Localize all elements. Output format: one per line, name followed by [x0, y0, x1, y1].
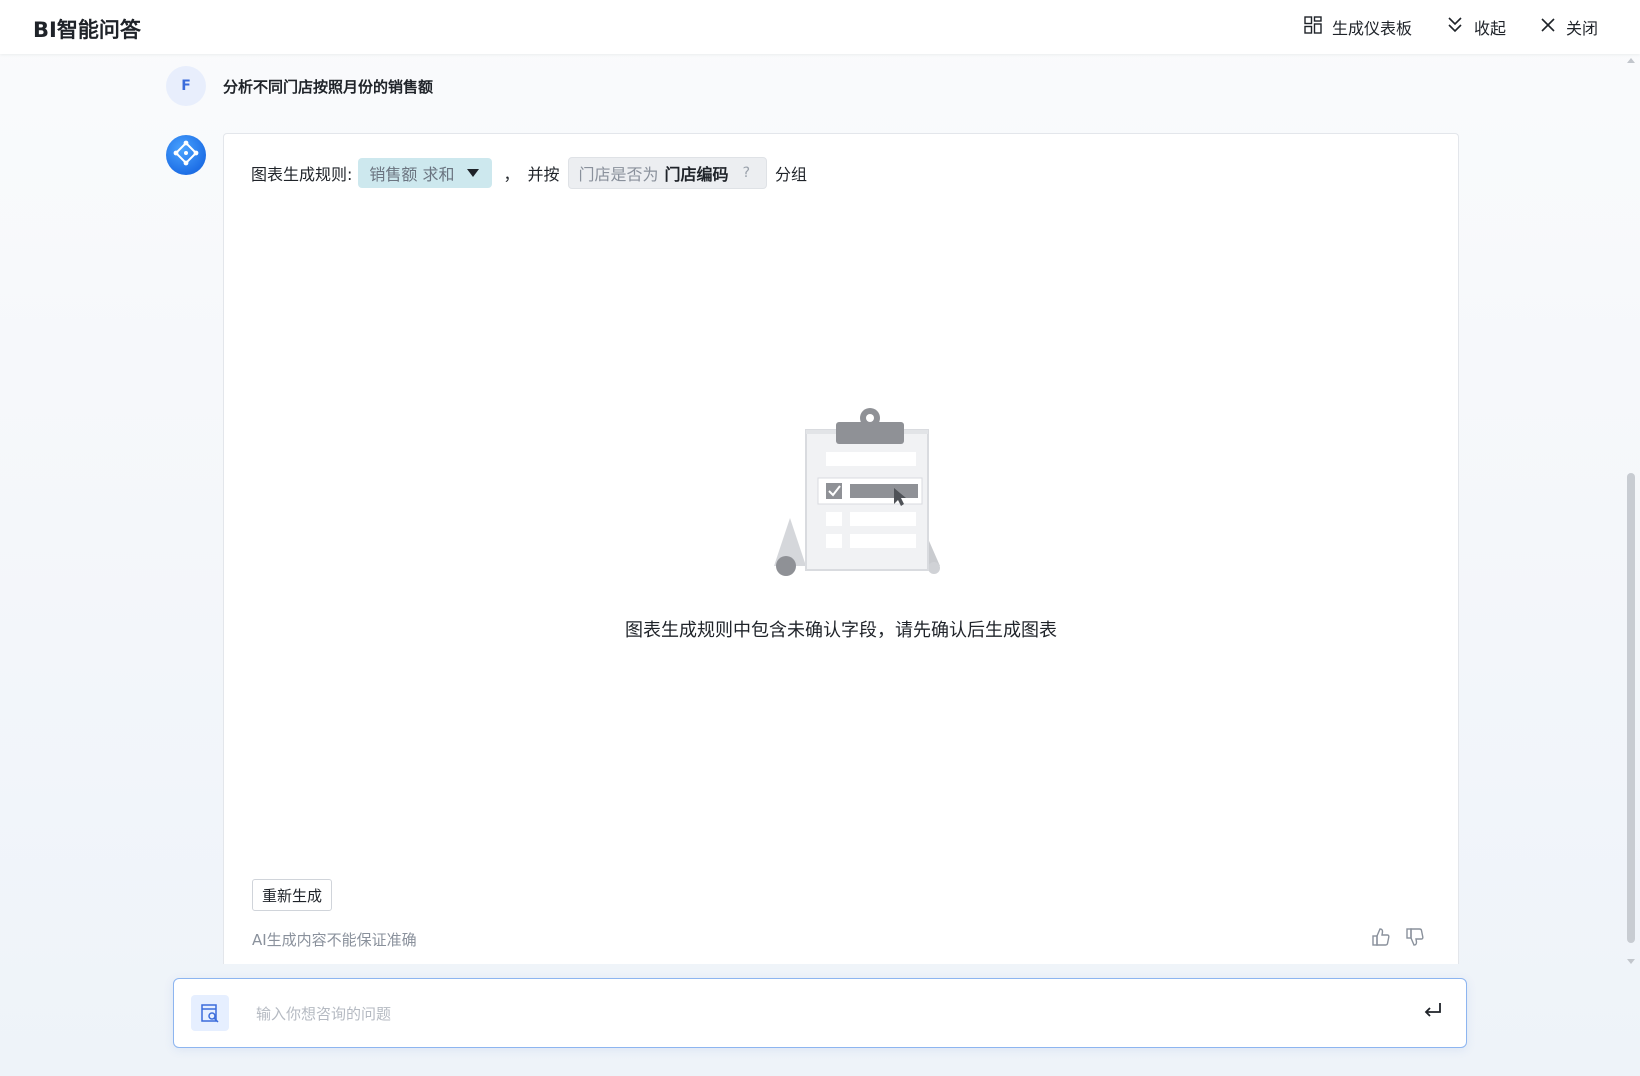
measure-chip-label: 销售额 求和 [369, 165, 455, 184]
close-button[interactable]: 关闭 [1540, 15, 1598, 39]
answer-card: 图表生成规则: 销售额 求和 ， 并按 门店是否为 门店编码 ? 分组 图表生成… [223, 133, 1459, 964]
collapse-label: 收起 [1473, 19, 1506, 38]
collapse-button[interactable]: 收起 [1446, 15, 1506, 39]
close-icon [1540, 17, 1566, 37]
scroll-down-icon[interactable] [1627, 959, 1635, 964]
measure-dropdown[interactable]: 销售额 求和 [358, 158, 492, 188]
enter-send-icon[interactable] [1422, 999, 1444, 1025]
group-suffix: 分组 [775, 165, 808, 184]
generate-dashboard-button[interactable]: 生成仪表板 [1304, 15, 1412, 39]
caret-down-icon [466, 169, 479, 177]
user-question-text: 分析不同门店按照月份的销售额 [223, 77, 434, 96]
user-message: F 分析不同门店按照月份的销售额 [166, 66, 433, 106]
close-label: 关闭 [1565, 19, 1598, 38]
rule-comma: ， [503, 165, 520, 184]
generate-dashboard-label: 生成仪表板 [1331, 19, 1412, 38]
thumbs-up-icon[interactable] [1371, 927, 1391, 947]
assistant-logo-icon [173, 140, 199, 170]
assistant-avatar [166, 135, 206, 175]
ai-disclaimer: AI生成内容不能保证准确 [252, 931, 417, 949]
group-chip-prefix: 门店是否为 [578, 165, 659, 184]
regenerate-button[interactable]: 重新生成 [252, 879, 333, 911]
dashboard-icon [1304, 16, 1332, 38]
group-field-chip[interactable]: 门店是否为 门店编码 ? [567, 157, 767, 189]
question-input-box [173, 978, 1467, 1048]
scrollbar[interactable] [1624, 58, 1638, 964]
empty-state-message: 图表生成规则中包含未确认字段，请先确认后生成图表 [625, 620, 1057, 641]
thumbs-down-icon[interactable] [1405, 927, 1425, 947]
question-input[interactable] [254, 997, 1378, 1031]
top-actions: 生成仪表板 收起 关闭 [1270, 0, 1598, 54]
clipboard-empty-illustration [754, 406, 954, 578]
chart-rule-row: 图表生成规则: 销售额 求和 ， 并按 门店是否为 门店编码 ? 分组 [251, 157, 807, 189]
group-by-text: 并按 [527, 165, 560, 184]
feedback-buttons [1357, 927, 1425, 947]
chevron-double-down-icon [1446, 16, 1474, 38]
rule-prefix: 图表生成规则: [251, 165, 353, 184]
scroll-up-icon[interactable] [1627, 58, 1635, 63]
data-search-icon[interactable] [191, 995, 229, 1031]
question-mark-icon: ? [742, 165, 750, 181]
app-title: BI智能问答 [33, 18, 141, 42]
top-bar: BI智能问答 生成仪表板 收起 关闭 [0, 0, 1640, 54]
group-chip-field: 门店编码 [664, 165, 729, 184]
scroll-thumb[interactable] [1627, 473, 1635, 943]
user-avatar: F [166, 66, 206, 106]
